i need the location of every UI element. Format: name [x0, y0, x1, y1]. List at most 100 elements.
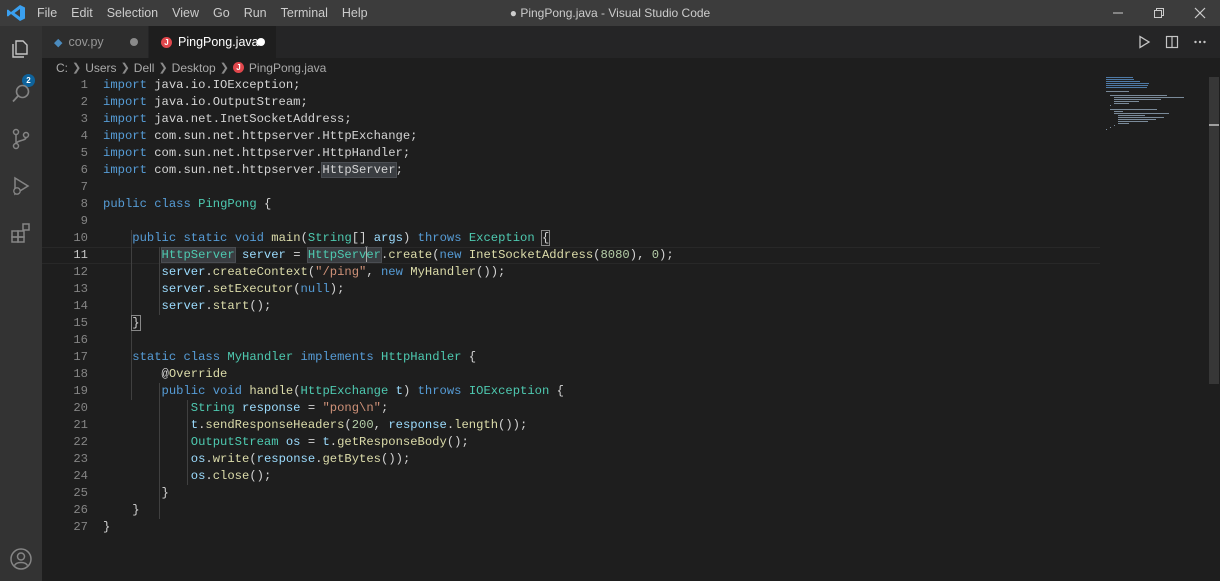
- tab-cov-py[interactable]: ◆ cov.py: [42, 26, 148, 58]
- code-area[interactable]: import java.io.IOException; import java.i…: [103, 77, 1103, 536]
- code-line[interactable]: server.createContext("/ping", new MyHand…: [103, 264, 1103, 281]
- breadcrumb: C: ❯ Users ❯ Dell ❯ Desktop ❯ J PingPong…: [42, 58, 1102, 77]
- line-number: 18: [73, 367, 88, 381]
- tab-label: cov.py: [68, 35, 104, 49]
- menu-bar: File Edit Selection View Go Run Terminal…: [30, 0, 375, 26]
- minimap-line: [1106, 85, 1148, 86]
- minimap-line: [1114, 111, 1123, 112]
- chevron-right-icon: ❯: [158, 62, 168, 74]
- code-line[interactable]: import com.sun.net.httpserver.HttpExchan…: [103, 128, 1103, 145]
- restore-button[interactable]: [1139, 0, 1179, 26]
- breadcrumb-item[interactable]: PingPong.java: [249, 61, 326, 75]
- account-icon[interactable]: [9, 547, 33, 571]
- menu-file[interactable]: File: [30, 0, 64, 26]
- chevron-right-icon: ❯: [219, 62, 229, 74]
- more-actions-button[interactable]: [1186, 28, 1214, 56]
- chevron-right-icon: ❯: [72, 62, 82, 74]
- line-number: 4: [80, 129, 88, 143]
- line-number: 16: [73, 333, 88, 347]
- line-number: 27: [73, 520, 88, 534]
- code-line[interactable]: import java.io.IOException;: [103, 77, 1103, 94]
- tab-strip: ◆ cov.py J PingPong.java: [42, 26, 1220, 58]
- minimap-line: [1114, 125, 1115, 126]
- code-line[interactable]: public class PingPong {: [103, 196, 1103, 213]
- unsaved-dot-icon[interactable]: [257, 38, 265, 46]
- code-line[interactable]: [103, 213, 1103, 230]
- split-editor-button[interactable]: [1158, 28, 1186, 56]
- line-number: 3: [80, 112, 88, 126]
- code-line[interactable]: import java.net.InetSocketAddress;: [103, 111, 1103, 128]
- breadcrumb-item[interactable]: Dell: [134, 61, 155, 75]
- breadcrumb-item[interactable]: Desktop: [172, 61, 216, 75]
- menu-help[interactable]: Help: [335, 0, 375, 26]
- line-number: 20: [73, 401, 88, 415]
- minimize-icon: [1113, 12, 1123, 14]
- minimap-line: [1118, 121, 1148, 122]
- vertical-scrollbar[interactable]: [1208, 77, 1220, 581]
- line-number: 8: [80, 197, 88, 211]
- code-line[interactable]: t.sendResponseHeaders(200, response.leng…: [103, 417, 1103, 434]
- menu-run[interactable]: Run: [237, 0, 274, 26]
- run-file-button[interactable]: [1130, 28, 1158, 56]
- minimap-line: [1118, 115, 1145, 116]
- code-line[interactable]: OutputStream os = t.getResponseBody();: [103, 434, 1103, 451]
- minimap-line: [1114, 99, 1161, 100]
- minimize-button[interactable]: [1098, 0, 1138, 26]
- editor-actions: [1130, 26, 1220, 58]
- minimap-line: [1106, 77, 1133, 78]
- code-line[interactable]: public static void main(String[] args) t…: [103, 230, 1103, 247]
- code-line[interactable]: server.start();: [103, 298, 1103, 315]
- code-line[interactable]: os.write(response.getBytes());: [103, 451, 1103, 468]
- code-line[interactable]: server.setExecutor(null);: [103, 281, 1103, 298]
- title-bar: File Edit Selection View Go Run Terminal…: [0, 0, 1220, 26]
- code-line[interactable]: }: [103, 502, 1103, 519]
- tab-pingpong-java[interactable]: J PingPong.java: [149, 26, 276, 58]
- line-number: 26: [73, 503, 88, 517]
- menu-go[interactable]: Go: [206, 0, 237, 26]
- extensions-icon[interactable]: [9, 221, 33, 245]
- chevron-right-icon: ❯: [120, 62, 130, 74]
- close-icon: [1194, 7, 1206, 19]
- line-number: 21: [73, 418, 88, 432]
- run-debug-icon[interactable]: [9, 174, 33, 198]
- code-line[interactable]: import com.sun.net.httpserver.HttpHandle…: [103, 145, 1103, 162]
- code-line[interactable]: static class MyHandler implements HttpHa…: [103, 349, 1103, 366]
- menu-terminal[interactable]: Terminal: [274, 0, 335, 26]
- tab-label: PingPong.java: [178, 35, 259, 49]
- code-line[interactable]: [103, 332, 1103, 349]
- line-number: 19: [73, 384, 88, 398]
- code-line[interactable]: }: [103, 519, 1103, 536]
- menu-edit[interactable]: Edit: [64, 0, 100, 26]
- minimap-line: [1114, 101, 1139, 102]
- code-line[interactable]: import java.io.OutputStream;: [103, 94, 1103, 111]
- line-number: 25: [73, 486, 88, 500]
- minimap-line: [1106, 129, 1107, 130]
- minimap-line: [1114, 97, 1184, 98]
- code-line[interactable]: @Override: [103, 366, 1103, 383]
- code-line[interactable]: [103, 179, 1103, 196]
- code-editor[interactable]: 1 2 3 4 5 6 7 8 9 10 11 12 13 14 15 16 17 18 19 20 21 22 23 24 2…: [42, 77, 1208, 581]
- line-number: 14: [73, 299, 88, 313]
- code-line[interactable]: public void handle(HttpExchange t) throw…: [103, 383, 1103, 400]
- code-line[interactable]: }: [103, 315, 1103, 332]
- line-number: 7: [80, 180, 88, 194]
- menu-view[interactable]: View: [165, 0, 206, 26]
- code-line[interactable]: os.close();: [103, 468, 1103, 485]
- explorer-icon[interactable]: [9, 37, 33, 61]
- minimap[interactable]: [1106, 77, 1206, 137]
- search-icon[interactable]: [9, 82, 33, 106]
- code-line[interactable]: }: [103, 485, 1103, 502]
- java-icon: J: [161, 36, 172, 48]
- play-icon: [1139, 35, 1151, 49]
- source-control-icon[interactable]: [9, 127, 33, 151]
- line-number-gutter: 1 2 3 4 5 6 7 8 9 10 11 12 13 14 15 16 17 18 19 20 21 22 23 24 2…: [42, 77, 88, 536]
- code-line[interactable]: HttpServer server = HttpServer.create(ne…: [103, 247, 1103, 264]
- close-window-button[interactable]: [1180, 0, 1220, 26]
- breadcrumb-item[interactable]: Users: [85, 61, 116, 75]
- breadcrumb-item[interactable]: C:: [56, 61, 68, 75]
- unsaved-dot-icon[interactable]: [130, 38, 138, 46]
- line-number: 10: [73, 231, 88, 245]
- menu-selection[interactable]: Selection: [100, 0, 165, 26]
- code-line[interactable]: import com.sun.net.httpserver.HttpServer…: [103, 162, 1103, 179]
- code-line[interactable]: String response = "pong\n";: [103, 400, 1103, 417]
